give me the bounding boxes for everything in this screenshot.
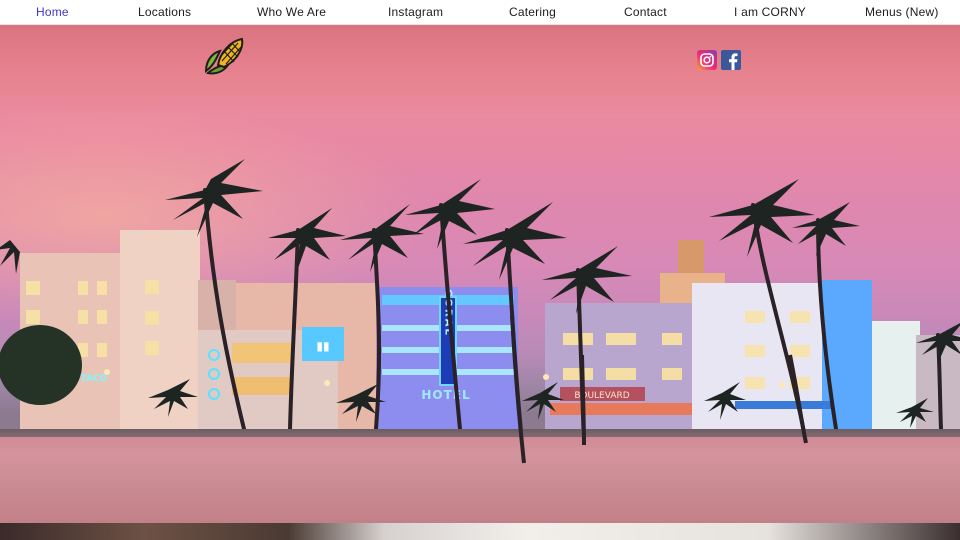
beach-sand [0,437,960,523]
nav-locations[interactable]: Locations [138,5,191,19]
corn-icon[interactable] [202,35,248,79]
instagram-icon[interactable] [697,50,717,70]
svg-text:▮▮: ▮▮ [316,339,329,353]
hotel-sign: HOTEL [421,388,470,402]
nav-contact[interactable]: Contact [624,5,667,19]
nav-menus-new[interactable]: Menus (New) [865,5,939,19]
nav-who-we-are[interactable]: Who We Are [257,5,326,19]
facebook-icon[interactable] [721,50,741,70]
nav-catering[interactable]: Catering [509,5,556,19]
nav-i-am-corny[interactable]: I am CORNY [734,5,806,19]
nav-home[interactable]: Home [36,5,69,19]
top-navigation: Home Locations Who We Are Instagram Cate… [0,0,960,25]
next-section-preview [0,523,960,540]
nav-instagram[interactable]: Instagram [388,5,443,19]
left-neon-sign: TACO [81,374,108,384]
hero-banner-image: ▮▮ CORAL HOTEL BOULEVARD TACO [0,25,960,523]
